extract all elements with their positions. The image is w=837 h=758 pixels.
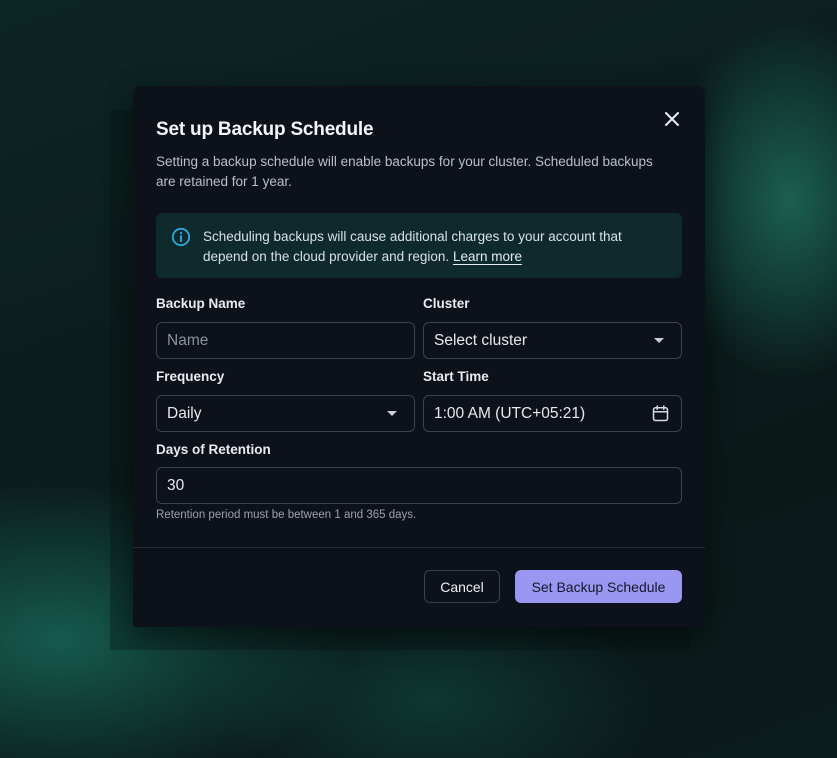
- close-button[interactable]: [661, 108, 683, 130]
- cancel-button[interactable]: Cancel: [424, 570, 500, 603]
- retention-field[interactable]: [156, 467, 682, 504]
- dialog-title: Set up Backup Schedule: [156, 119, 374, 140]
- backup-name-input[interactable]: [167, 331, 404, 350]
- info-notice: Scheduling backups will cause additional…: [156, 213, 682, 278]
- retention-label: Days of Retention: [156, 442, 271, 457]
- cluster-select-value: Select cluster: [434, 331, 528, 349]
- info-icon: [171, 227, 191, 247]
- start-time-picker[interactable]: 1:00 AM (UTC+05:21): [423, 395, 682, 432]
- close-icon: [665, 112, 679, 126]
- backup-name-field[interactable]: [156, 322, 415, 359]
- cluster-label: Cluster: [423, 296, 470, 311]
- calendar-icon[interactable]: [652, 405, 669, 422]
- set-backup-schedule-button[interactable]: Set Backup Schedule: [515, 570, 682, 603]
- backup-schedule-dialog: Set up Backup Schedule Setting a backup …: [133, 86, 705, 627]
- start-time-value: 1:00 AM (UTC+05:21): [434, 404, 586, 422]
- frequency-select[interactable]: Daily: [156, 395, 415, 432]
- chevron-down-icon: [387, 411, 397, 416]
- info-notice-text: Scheduling backups will cause additional…: [203, 227, 663, 267]
- backup-name-label: Backup Name: [156, 296, 246, 311]
- cluster-select[interactable]: Select cluster: [423, 322, 682, 359]
- info-notice-message: Scheduling backups will cause additional…: [203, 229, 622, 264]
- chevron-down-icon: [654, 338, 664, 343]
- background: Set up Backup Schedule Setting a backup …: [0, 0, 837, 758]
- frequency-label: Frequency: [156, 369, 225, 384]
- start-time-label: Start Time: [423, 369, 489, 384]
- footer-divider: [133, 547, 705, 548]
- learn-more-link[interactable]: Learn more: [453, 249, 522, 264]
- retention-input[interactable]: [167, 476, 671, 495]
- dialog-description: Setting a backup schedule will enable ba…: [156, 154, 653, 189]
- retention-helper-text: Retention period must be between 1 and 3…: [156, 509, 417, 521]
- frequency-select-value: Daily: [167, 404, 202, 422]
